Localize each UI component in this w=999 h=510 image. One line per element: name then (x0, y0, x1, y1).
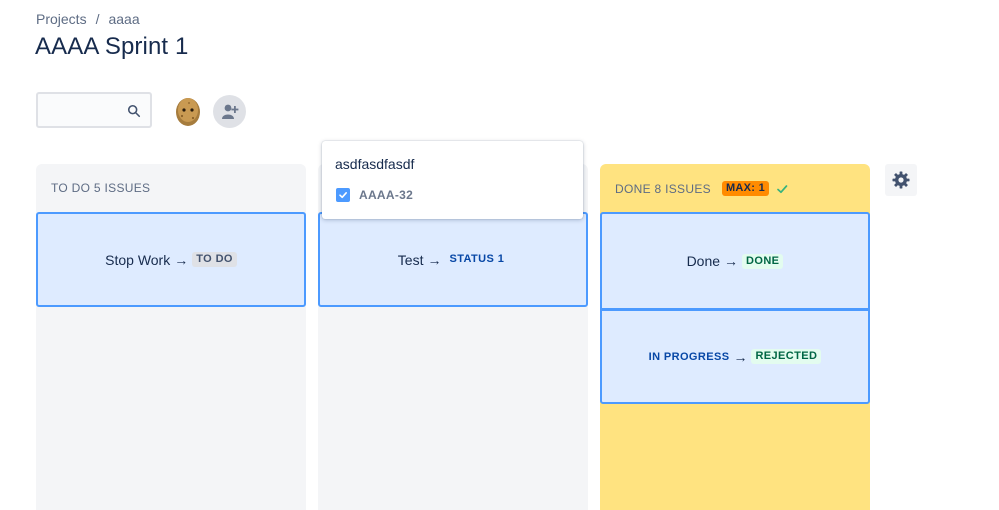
search-input[interactable] (38, 94, 140, 126)
search-icon (127, 104, 141, 118)
breadcrumb-projects-link[interactable]: Projects (36, 11, 87, 27)
issue-popup: asdfasdfasdf AAAA-32 (322, 141, 583, 219)
breadcrumb: Projects / aaaa (36, 11, 140, 27)
column-header: DONE 8 ISSUES MAX: 1 (615, 181, 788, 196)
transition-from: IN PROGRESS (648, 350, 730, 363)
gear-icon (892, 171, 910, 189)
popup-issue-row[interactable]: AAAA-32 (336, 188, 413, 202)
status-lozenge: REJECTED (751, 349, 822, 364)
add-person-icon (221, 104, 238, 119)
max-badge: MAX: 1 (721, 181, 770, 196)
column-title: TO DO 5 ISSUES (51, 181, 151, 195)
breadcrumb-project-link[interactable]: aaaa (108, 11, 139, 27)
potato-avatar-icon (171, 94, 205, 128)
column-todo: TO DO 5 ISSUES Stop Work → TO DO (36, 164, 306, 510)
transition-card[interactable]: IN PROGRESS → REJECTED (600, 309, 870, 404)
arrow-icon: → (733, 348, 748, 365)
status-lozenge: TO DO (192, 252, 237, 267)
transition-card[interactable]: Stop Work → TO DO (36, 212, 306, 307)
arrow-icon: → (427, 251, 442, 268)
column-header: TO DO 5 ISSUES (51, 181, 150, 195)
transition-card[interactable]: Done → DONE (600, 212, 870, 310)
settings-button[interactable] (885, 164, 917, 196)
avatar[interactable] (171, 94, 205, 128)
breadcrumb-separator: / (95, 11, 100, 27)
column-title: DONE 8 ISSUES (615, 181, 711, 196)
status-lozenge: STATUS 1 (449, 253, 505, 265)
arrow-icon: → (174, 251, 189, 268)
transition-from: Test (397, 251, 424, 268)
checkbox-checked-icon (336, 188, 350, 202)
transition-card[interactable]: Test → STATUS 1 (318, 212, 588, 307)
search-box[interactable] (36, 92, 152, 128)
check-icon (777, 184, 788, 193)
column-done: DONE 8 ISSUES MAX: 1 Done → DONE IN PROG… (600, 164, 870, 510)
transition-from: Done (686, 253, 721, 269)
issue-key: AAAA-32 (359, 188, 414, 202)
add-person-button[interactable] (213, 95, 246, 128)
status-lozenge: DONE (742, 253, 784, 269)
transition-from: Stop Work (105, 251, 171, 268)
arrow-icon: → (724, 253, 739, 269)
page-title: AAAA Sprint 1 (35, 33, 189, 60)
popup-title: asdfasdfasdf (335, 156, 415, 172)
